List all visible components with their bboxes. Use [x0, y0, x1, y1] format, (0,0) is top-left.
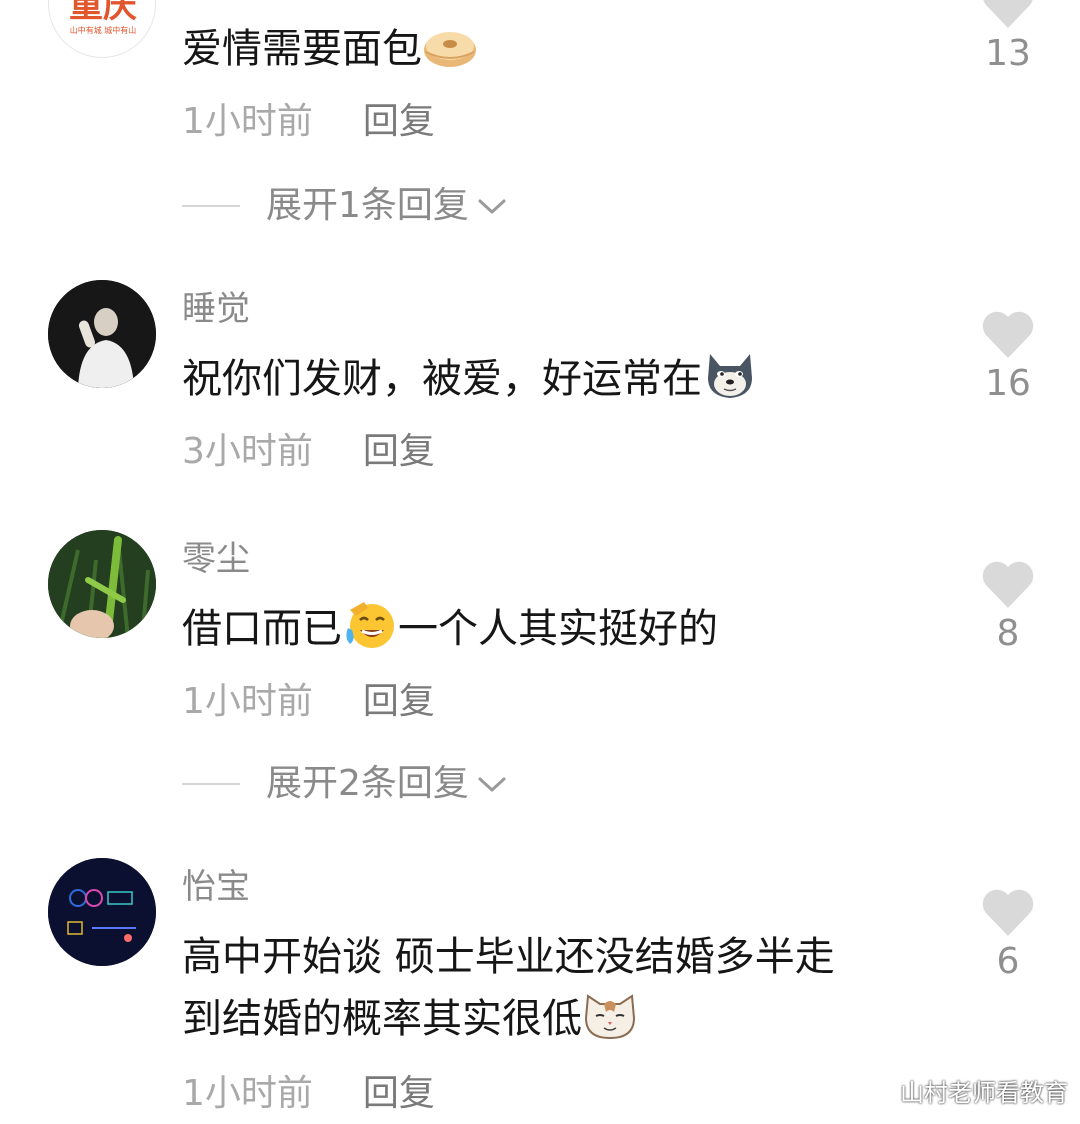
expand-label: 展开1条回复: [266, 185, 469, 226]
heart-icon[interactable]: [980, 0, 1036, 30]
avatar[interactable]: [48, 858, 156, 966]
comment-content: 祝你们发财，被爱，好运常在: [182, 348, 942, 410]
expand-replies-button[interactable]: 展开1条回复: [182, 188, 507, 224]
cat-emoji: [582, 988, 638, 1040]
comment-content: 高中开始谈 硕士毕业还没结婚多半走 到结婚的概率其实很低: [182, 934, 835, 1042]
comment-meta: 3小时前 回复: [182, 434, 435, 470]
expand-replies-button[interactable]: 展开2条回复: [182, 766, 507, 802]
comment-content: 爱情需要面包: [182, 18, 942, 80]
comment-time: 1小时前: [182, 681, 313, 722]
comment-meta: 1小时前 回复: [182, 684, 435, 720]
watermark: 山村老师看教育: [900, 1079, 1068, 1107]
chevron-down-icon: [478, 777, 506, 792]
comment-item: 睡觉 祝你们发财，被爱，好运常在 3小时前 回复 16: [0, 270, 1080, 510]
like-count: 8: [996, 613, 1020, 654]
laugh-cry-emoji: [342, 598, 398, 648]
husky-emoji: [702, 348, 758, 398]
avatar[interactable]: [48, 280, 156, 388]
like-button[interactable]: 13: [976, 0, 1040, 72]
heart-icon[interactable]: [980, 308, 1036, 360]
comment-item: 零尘 借口而已 一个人其实挺好的 1小时前 回复 8 展开2条回复: [0, 520, 1080, 820]
like-button[interactable]: 8: [976, 558, 1040, 652]
reply-button[interactable]: 回复: [363, 431, 435, 472]
username[interactable]: 睡觉: [182, 292, 250, 326]
comment-meta: 1小时前 回复: [182, 104, 435, 140]
comment-time: 3小时前: [182, 431, 313, 472]
reply-button[interactable]: 回复: [363, 1073, 435, 1114]
like-button[interactable]: 16: [976, 308, 1040, 402]
heart-icon[interactable]: [980, 886, 1036, 938]
avatar-logo-subtext: 山中有城 城中有山: [70, 25, 137, 35]
comment-item: 重庆 山中有城 城中有山 爱情需要面包 1小时前 回复 13 展开1条回复: [0, 0, 1080, 250]
like-button[interactable]: 6: [976, 886, 1040, 980]
username[interactable]: 零尘: [182, 542, 250, 576]
avatar[interactable]: 重庆 山中有城 城中有山: [48, 0, 156, 58]
like-count: 13: [985, 33, 1031, 74]
username[interactable]: 怡宝: [182, 870, 250, 904]
divider: [182, 783, 240, 785]
avatar-logo-text: 重庆: [69, 0, 137, 26]
comment-time: 1小时前: [182, 101, 313, 142]
heart-icon[interactable]: [980, 558, 1036, 610]
like-count: 6: [996, 941, 1020, 982]
reply-button[interactable]: 回复: [363, 101, 435, 142]
reply-button[interactable]: 回复: [363, 681, 435, 722]
bagel-emoji: [422, 22, 478, 70]
divider: [182, 205, 240, 207]
avatar[interactable]: [48, 530, 156, 638]
comment-meta: 1小时前 回复: [182, 1076, 435, 1112]
comment-time: 1小时前: [182, 1073, 313, 1114]
chevron-down-icon: [478, 199, 506, 214]
expand-label: 展开2条回复: [266, 763, 469, 804]
like-count: 16: [985, 363, 1031, 404]
comment-content: 借口而已 一个人其实挺好的: [182, 598, 942, 660]
